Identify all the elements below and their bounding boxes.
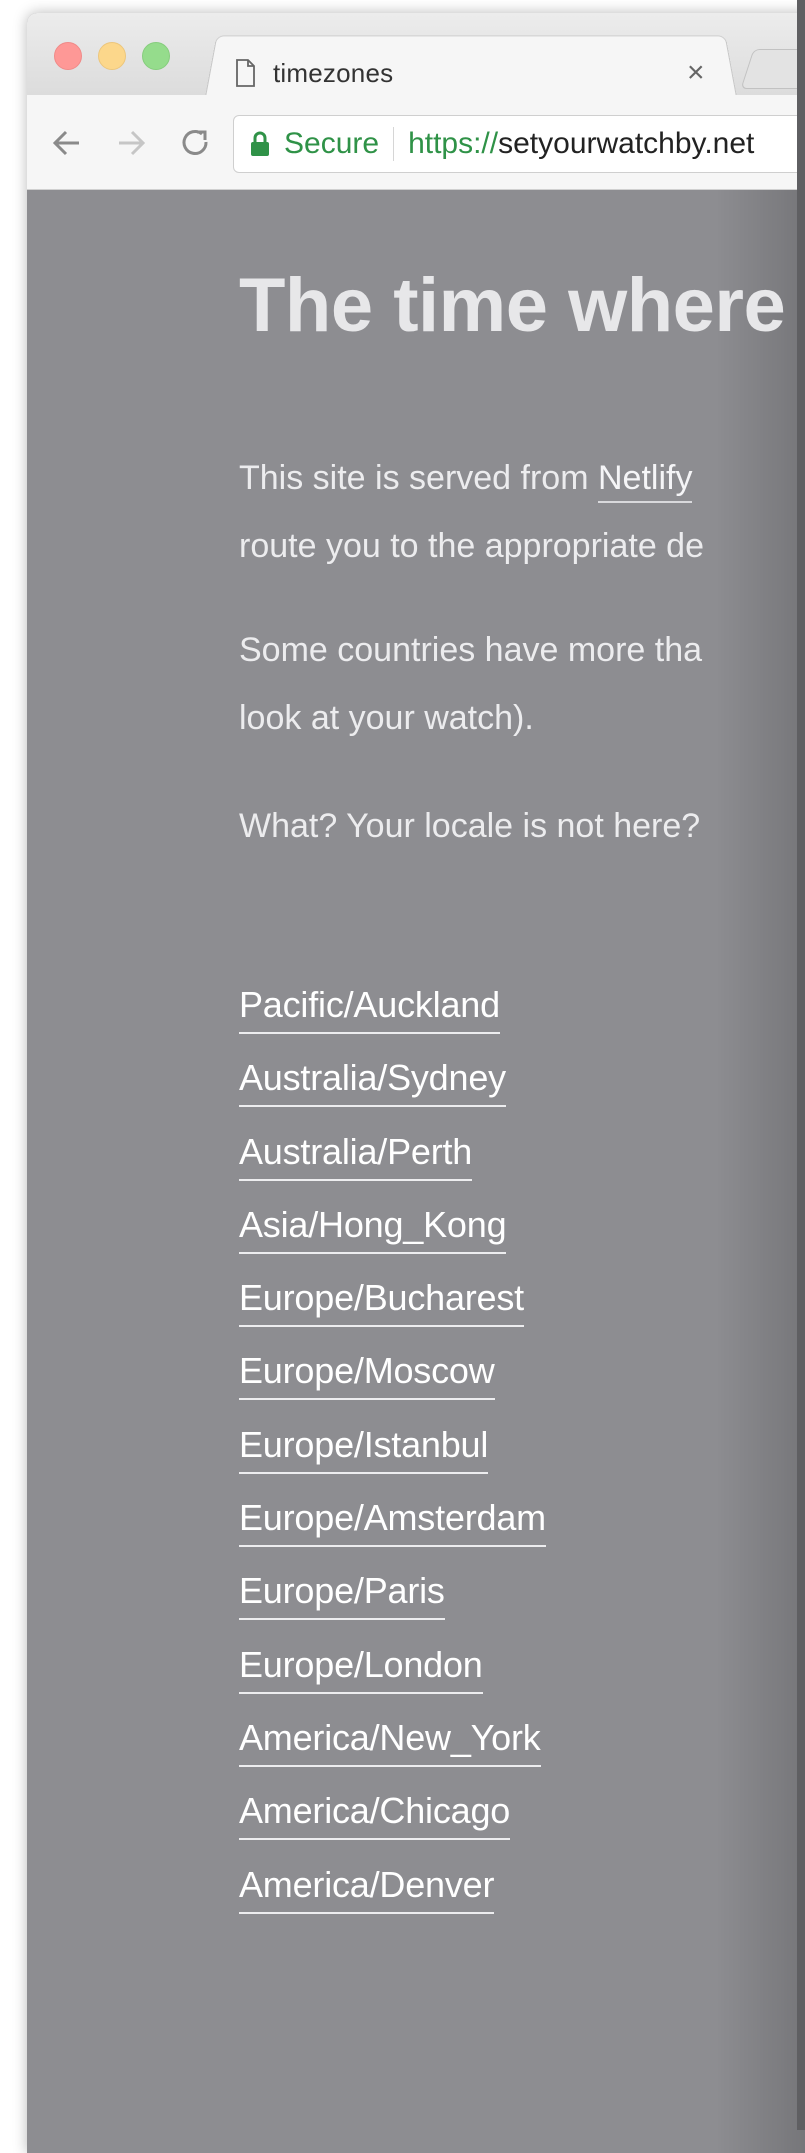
timezone-link[interactable]: Europe/London (239, 1644, 483, 1694)
locale-text: What? Your locale is not here? (239, 807, 701, 845)
list-item: Europe/Paris (239, 1570, 546, 1643)
countries-text: Some countries have more tha (239, 631, 703, 669)
maximize-window-button[interactable] (142, 42, 170, 70)
forward-arrow-icon[interactable] (111, 123, 151, 163)
intro-text-line2: route you to the appropriate de (239, 527, 704, 565)
countries-paragraph: Some countries have more tha look at you… (239, 616, 702, 752)
intro-paragraph: This site is served from Netlify route y… (239, 444, 704, 580)
list-item: Australia/Perth (239, 1131, 546, 1204)
timezone-link[interactable]: Europe/Paris (239, 1570, 445, 1621)
tab-title: timezones (273, 57, 394, 88)
list-item: Europe/Bucharest (239, 1277, 546, 1350)
lock-icon (251, 131, 269, 156)
back-arrow-icon[interactable] (47, 123, 87, 163)
netlify-link[interactable]: Netlify (597, 459, 693, 503)
page-icon (236, 59, 255, 87)
timezone-link[interactable]: Asia/Hong_Kong (239, 1204, 507, 1254)
intro-text: This site is served from (239, 459, 598, 497)
browser-toolbar: Secure https://setyourwatchby.net (27, 95, 805, 190)
page-title: The time where (239, 263, 786, 348)
secure-label: Secure (284, 127, 380, 160)
reload-icon[interactable] (175, 123, 215, 163)
tab-close-icon[interactable]: × (687, 55, 705, 91)
list-item: Australia/Sydney (239, 1057, 546, 1130)
edge-shadow (717, 190, 805, 2153)
tab-content: timezones × (227, 53, 727, 93)
timezone-link[interactable]: Australia/Perth (239, 1131, 472, 1181)
list-item: Europe/Amsterdam (239, 1497, 546, 1570)
timezone-link[interactable]: America/Denver (239, 1864, 494, 1914)
list-item: Pacific/Auckland (239, 984, 546, 1057)
list-item: Asia/Hong_Kong (239, 1204, 546, 1277)
timezone-link[interactable]: Australia/Sydney (239, 1057, 506, 1108)
timezone-link[interactable]: Europe/Bucharest (239, 1277, 524, 1328)
address-separator (393, 127, 395, 161)
timezone-link[interactable]: America/Chicago (239, 1790, 510, 1841)
list-item: Europe/Moscow (239, 1350, 546, 1423)
timezone-link[interactable]: Pacific/Auckland (239, 984, 500, 1034)
window-edge (797, 0, 805, 2130)
locale-paragraph: What? Your locale is not here? (239, 792, 700, 860)
list-item: America/Denver (239, 1864, 546, 1937)
url-host: setyourwatchby.net (498, 127, 755, 160)
timezone-list: Pacific/Auckland Australia/Sydney Austra… (239, 984, 546, 1937)
list-item: Europe/Istanbul (239, 1424, 546, 1497)
minimize-window-button[interactable] (98, 42, 126, 70)
timezone-link[interactable]: Europe/Moscow (239, 1350, 495, 1401)
url-scheme: https:// (408, 127, 499, 160)
timezone-link[interactable]: America/New_York (239, 1717, 541, 1767)
title-bar: timezones × (27, 13, 805, 97)
address-bar[interactable]: Secure https://setyourwatchby.net (233, 115, 805, 173)
close-window-button[interactable] (54, 42, 82, 70)
list-item: America/Chicago (239, 1790, 546, 1863)
list-item: America/New_York (239, 1717, 546, 1790)
timezone-link[interactable]: Europe/Istanbul (239, 1424, 488, 1474)
list-item: Europe/London (239, 1644, 546, 1717)
new-tab-button[interactable] (740, 49, 805, 89)
timezone-link[interactable]: Europe/Amsterdam (239, 1497, 546, 1548)
countries-text-line2: look at your watch). (239, 699, 534, 737)
